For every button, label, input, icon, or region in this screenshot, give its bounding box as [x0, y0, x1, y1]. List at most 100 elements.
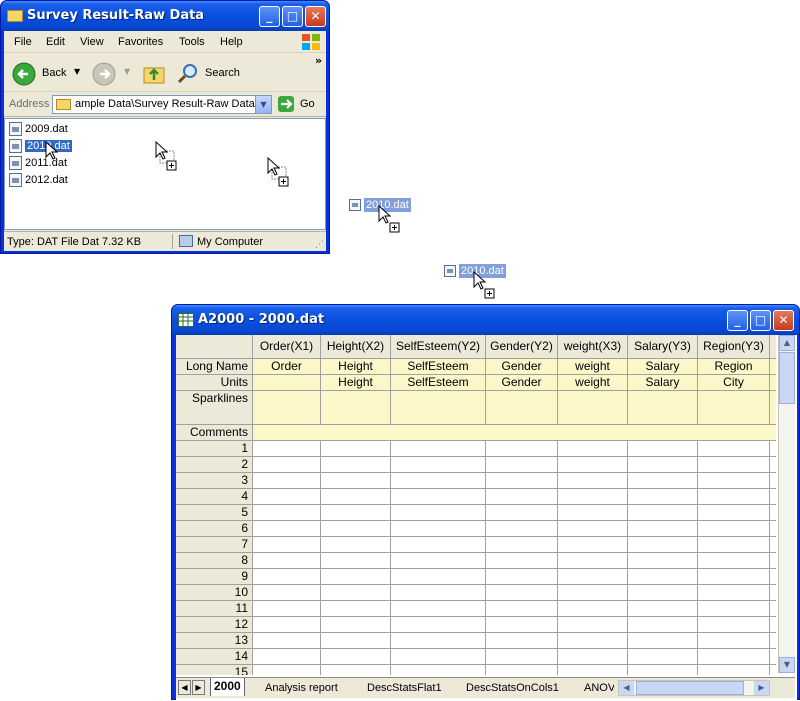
- units-cell[interactable]: Height: [321, 375, 391, 391]
- worksheet-title-bar[interactable]: A2000 - 2000.dat _ □ ✕: [172, 305, 799, 335]
- row-number[interactable]: 1: [176, 441, 253, 457]
- data-cell[interactable]: [321, 489, 391, 505]
- data-cell[interactable]: [253, 665, 321, 675]
- menu-favorites[interactable]: Favorites: [118, 36, 163, 48]
- data-cell[interactable]: [391, 553, 486, 569]
- row-number[interactable]: 6: [176, 521, 253, 537]
- data-cell[interactable]: [486, 665, 558, 675]
- data-cell[interactable]: [558, 441, 628, 457]
- data-cell[interactable]: [486, 505, 558, 521]
- data-cell[interactable]: [253, 649, 321, 665]
- data-cell[interactable]: [770, 649, 776, 665]
- go-button[interactable]: Go: [277, 95, 322, 114]
- scroll-thumb[interactable]: [779, 352, 795, 404]
- long-name-cell[interactable]: Gender: [486, 359, 558, 375]
- sparklines-cell[interactable]: [698, 391, 770, 425]
- data-cell[interactable]: [321, 633, 391, 649]
- sparklines-cell[interactable]: [253, 391, 321, 425]
- data-cell[interactable]: [770, 633, 776, 649]
- units-cell[interactable]: Gender: [486, 375, 558, 391]
- data-cell[interactable]: [253, 521, 321, 537]
- file-item-2010[interactable]: 2010.dat: [9, 139, 72, 155]
- data-cell[interactable]: [391, 489, 486, 505]
- data-cell[interactable]: [391, 473, 486, 489]
- data-cell[interactable]: [253, 441, 321, 457]
- data-cell[interactable]: [391, 457, 486, 473]
- column-header[interactable]: weight(X3): [558, 335, 628, 359]
- data-cell[interactable]: [391, 505, 486, 521]
- data-cell[interactable]: [628, 553, 698, 569]
- data-cell[interactable]: [321, 617, 391, 633]
- data-cell[interactable]: [486, 521, 558, 537]
- forward-dropdown-icon[interactable]: ▼: [124, 67, 130, 76]
- row-number[interactable]: 3: [176, 473, 253, 489]
- data-cell[interactable]: [770, 441, 776, 457]
- row-label-units[interactable]: Units: [176, 375, 253, 391]
- data-cell[interactable]: [486, 649, 558, 665]
- row-number[interactable]: 14: [176, 649, 253, 665]
- data-cell[interactable]: [253, 569, 321, 585]
- data-cell[interactable]: [628, 457, 698, 473]
- row-number[interactable]: 15: [176, 665, 253, 675]
- menu-file[interactable]: File: [14, 36, 32, 48]
- tab-scroll-left-button[interactable]: ◀: [178, 680, 191, 695]
- file-item-2009[interactable]: 2009.dat: [9, 122, 68, 138]
- data-cell[interactable]: [628, 441, 698, 457]
- long-name-cell[interactable]: [770, 359, 776, 375]
- data-cell[interactable]: [558, 633, 628, 649]
- address-dropdown-button[interactable]: ▼: [255, 96, 271, 113]
- minimize-button[interactable]: _: [727, 310, 748, 331]
- data-cell[interactable]: [391, 441, 486, 457]
- data-cell[interactable]: [253, 537, 321, 553]
- comments-cell[interactable]: [486, 425, 558, 441]
- data-cell[interactable]: [698, 537, 770, 553]
- menu-edit[interactable]: Edit: [46, 36, 65, 48]
- data-cell[interactable]: [391, 633, 486, 649]
- row-number[interactable]: 4: [176, 489, 253, 505]
- data-cell[interactable]: [486, 537, 558, 553]
- sparklines-cell[interactable]: [486, 391, 558, 425]
- corner-cell[interactable]: [176, 335, 253, 359]
- data-cell[interactable]: [770, 569, 776, 585]
- long-name-cell[interactable]: Height: [321, 359, 391, 375]
- column-header[interactable]: Salary(Y3): [628, 335, 698, 359]
- menu-view[interactable]: View: [80, 36, 104, 48]
- column-header[interactable]: Order(X1): [253, 335, 321, 359]
- data-cell[interactable]: [321, 649, 391, 665]
- data-cell[interactable]: [698, 473, 770, 489]
- toolbar-overflow-chevron[interactable]: »: [315, 54, 322, 67]
- data-cell[interactable]: [253, 489, 321, 505]
- tab-descstatsflat1[interactable]: DescStatsFlat1: [367, 680, 442, 698]
- hscroll-thumb[interactable]: [636, 681, 744, 695]
- scroll-down-button[interactable]: ▼: [779, 657, 795, 673]
- data-cell[interactable]: [770, 537, 776, 553]
- data-cell[interactable]: [486, 601, 558, 617]
- data-cell[interactable]: [698, 489, 770, 505]
- data-cell[interactable]: [770, 521, 776, 537]
- data-cell[interactable]: [770, 505, 776, 521]
- data-cell[interactable]: [628, 601, 698, 617]
- data-cell[interactable]: [486, 489, 558, 505]
- long-name-cell[interactable]: Region: [698, 359, 770, 375]
- data-cell[interactable]: [628, 473, 698, 489]
- data-cell[interactable]: [770, 457, 776, 473]
- data-cell[interactable]: [321, 569, 391, 585]
- row-number[interactable]: 8: [176, 553, 253, 569]
- data-cell[interactable]: [486, 569, 558, 585]
- row-number[interactable]: 12: [176, 617, 253, 633]
- comments-cell[interactable]: [558, 425, 628, 441]
- data-cell[interactable]: [698, 585, 770, 601]
- comments-cell[interactable]: [628, 425, 698, 441]
- maximize-button[interactable]: □: [750, 310, 771, 331]
- data-cell[interactable]: [770, 473, 776, 489]
- hscroll-right-button[interactable]: ▶: [754, 681, 769, 695]
- sparklines-cell[interactable]: [770, 391, 776, 425]
- sparklines-cell[interactable]: [628, 391, 698, 425]
- menu-help[interactable]: Help: [220, 36, 243, 48]
- row-number[interactable]: 9: [176, 569, 253, 585]
- tab-descstatsoncols1[interactable]: DescStatsOnCols1: [466, 680, 559, 698]
- forward-button[interactable]: ▼: [92, 62, 132, 86]
- data-cell[interactable]: [558, 665, 628, 675]
- close-button[interactable]: ✕: [305, 6, 326, 27]
- long-name-cell[interactable]: SelfEsteem: [391, 359, 486, 375]
